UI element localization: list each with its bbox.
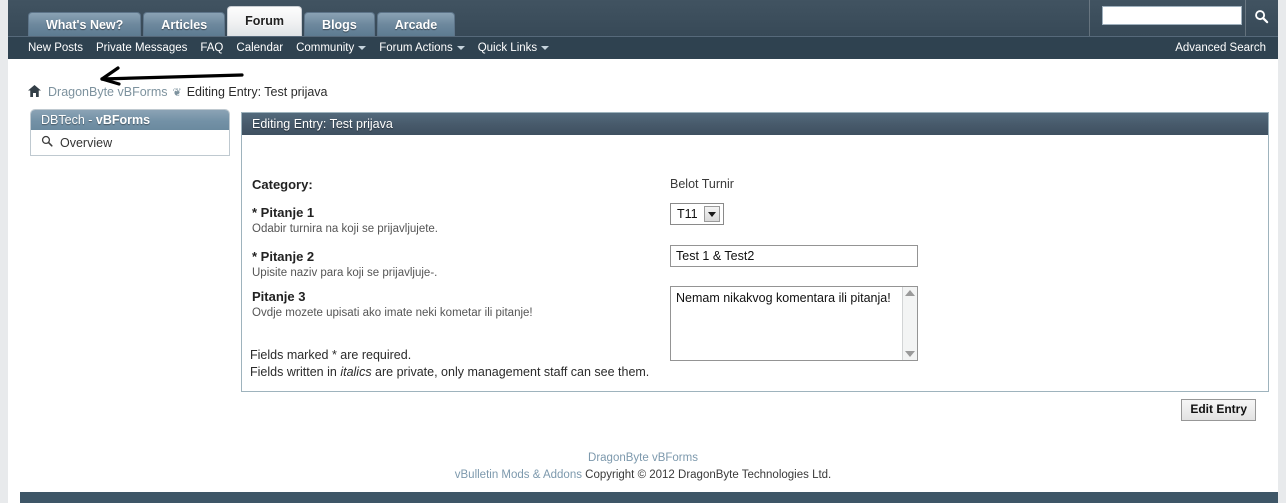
- nav-links: New Posts Private Messages FAQ Calendar …: [28, 37, 562, 59]
- comment-textarea[interactable]: Nemam nikakvog komentara ili pitanja!: [671, 287, 903, 360]
- search-input[interactable]: [1103, 7, 1241, 24]
- field-pitanje3-control-group: Nemam nikakvog komentara ili pitanja!: [670, 286, 918, 361]
- textarea-scrollbar[interactable]: [902, 287, 917, 360]
- field-pitanje3-description: Ovdje mozete upisati ako imate neki kome…: [252, 307, 533, 319]
- secondary-navbar: New Posts Private Messages FAQ Calendar …: [8, 36, 1278, 59]
- advanced-search-link[interactable]: Advanced Search: [1175, 37, 1266, 59]
- field-pitanje1-label-group: * Pitanje 1 Odabir turnira na koji se pr…: [252, 205, 438, 235]
- chevron-down-icon[interactable]: [703, 206, 720, 222]
- editing-entry-panel: Editing Entry: Test prijava Category: Be…: [241, 112, 1269, 392]
- footer-link-vbforms[interactable]: DragonByte vBForms: [588, 452, 698, 464]
- nav-link-quick-links-label: Quick Links: [477, 42, 538, 54]
- top-navbar: What's New? Articles Forum Blogs Arcade: [8, 0, 1278, 36]
- scroll-down-arrow-icon[interactable]: [905, 351, 915, 357]
- field-category-value-group: Belot Turnir: [670, 177, 734, 191]
- search-icon: [1254, 9, 1269, 24]
- nav-link-community-label: Community: [296, 42, 355, 54]
- nav-link-new-posts[interactable]: New Posts: [28, 42, 83, 54]
- breadcrumb-current: Editing Entry: Test prijava: [186, 85, 328, 99]
- form-note-private-b: are private, only management staff can s…: [371, 365, 650, 379]
- tournament-select[interactable]: T11: [670, 203, 724, 225]
- panel-body: Category: Belot Turnir * Pitanje 1 Odabi…: [242, 135, 1268, 391]
- nav-link-private-messages[interactable]: Private Messages: [96, 42, 187, 54]
- nav-tabs: What's New? Articles Forum Blogs Arcade: [28, 4, 457, 36]
- nav-link-calendar[interactable]: Calendar: [236, 42, 283, 54]
- field-pitanje2-control-group: [670, 245, 918, 267]
- field-pitanje3-label: Pitanje 3: [252, 289, 306, 304]
- form-note-private-italic: italics: [340, 365, 372, 379]
- nav-link-faq[interactable]: FAQ: [200, 42, 223, 54]
- sidebar-header: DBTech - vBForms: [31, 110, 229, 130]
- home-icon[interactable]: [28, 84, 41, 100]
- form-note-required: Fields marked * are required.: [250, 348, 412, 362]
- chevron-down-icon: [541, 45, 550, 50]
- sidebar-title-prefix: DBTech: [41, 113, 85, 127]
- field-category-value: Belot Turnir: [670, 177, 734, 191]
- edit-entry-button[interactable]: Edit Entry: [1181, 399, 1256, 421]
- search-box[interactable]: [1102, 6, 1242, 25]
- nav-tab-whats-new[interactable]: What's New?: [28, 12, 142, 36]
- field-pitanje2-label-group: * Pitanje 2 Upisite naziv para koji se p…: [252, 249, 437, 279]
- nav-link-forum-actions[interactable]: Forum Actions: [379, 42, 465, 54]
- chevron-down-icon: [358, 45, 367, 50]
- breadcrumb-separator-icon: ❦: [172, 86, 182, 99]
- form-note-private: Fields written in italics are private, o…: [250, 364, 649, 381]
- sidebar-item-overview-label: Overview: [60, 135, 113, 150]
- scroll-up-arrow-icon[interactable]: [905, 290, 915, 296]
- footer-product-line: DragonByte vBForms: [8, 450, 1278, 467]
- team-name-input[interactable]: [670, 245, 918, 267]
- sidebar-item-overview[interactable]: Overview: [31, 130, 229, 155]
- nav-tab-forum[interactable]: Forum: [227, 6, 303, 36]
- nav-link-forum-actions-label: Forum Actions: [379, 42, 453, 54]
- footer-copyright-text: Copyright © 2012 DragonByte Technologies…: [581, 469, 832, 481]
- search-button[interactable]: [1248, 4, 1274, 28]
- sidebar-title-suffix: vBForms: [95, 113, 151, 127]
- footer-link-mods-addons[interactable]: vBulletin Mods & Addons: [455, 469, 582, 481]
- panel-title: Editing Entry: Test prijava: [242, 113, 1268, 135]
- magnifier-icon: [41, 135, 53, 150]
- form-notes: Fields marked * are required. Fields wri…: [250, 347, 649, 381]
- field-category-label-group: Category:: [252, 177, 313, 192]
- form-note-private-a: Fields written in: [250, 365, 341, 379]
- nav-tab-arcade[interactable]: Arcade: [376, 12, 456, 36]
- footer-copyright-line: vBulletin Mods & Addons Copyright © 2012…: [8, 467, 1278, 484]
- sidebar-title-sep: -: [84, 113, 96, 127]
- nav-link-community[interactable]: Community: [296, 42, 367, 54]
- nav-link-quick-links[interactable]: Quick Links: [477, 42, 550, 54]
- field-pitanje1-label: * Pitanje 1: [252, 205, 315, 220]
- breadcrumb: DragonByte vBForms ❦ Editing Entry: Test…: [28, 83, 328, 101]
- navbar-divider-left: [1089, 0, 1090, 36]
- field-pitanje3-label-group: Pitanje 3 Ovdje mozete upisati ako imate…: [252, 289, 533, 319]
- field-pitanje2-description: Upisite naziv para koji se prijavljuje-.: [252, 267, 438, 279]
- comment-textarea-wrapper[interactable]: Nemam nikakvog komentara ili pitanja!: [670, 286, 918, 361]
- page-container: What's New? Articles Forum Blogs Arcade …: [8, 0, 1278, 503]
- navbar-divider-right: [1245, 0, 1246, 36]
- field-pitanje2-label: * Pitanje 2: [252, 249, 315, 264]
- footer-credits: DragonByte vBForms vBulletin Mods & Addo…: [8, 450, 1278, 484]
- nav-tab-blogs[interactable]: Blogs: [304, 12, 375, 36]
- sidebar: DBTech - vBForms Overview: [30, 109, 230, 156]
- nav-tab-articles[interactable]: Articles: [143, 12, 226, 36]
- field-category-label: Category:: [252, 177, 313, 192]
- tournament-select-value: T11: [677, 207, 698, 221]
- chevron-down-icon: [456, 45, 465, 50]
- breadcrumb-link-vbforms[interactable]: DragonByte vBForms: [48, 85, 167, 99]
- field-pitanje1-control-group: T11: [670, 203, 724, 225]
- field-pitanje1-description: Odabir turnira na koji se prijavljujete.: [252, 223, 439, 235]
- footer-bar: [20, 492, 1278, 503]
